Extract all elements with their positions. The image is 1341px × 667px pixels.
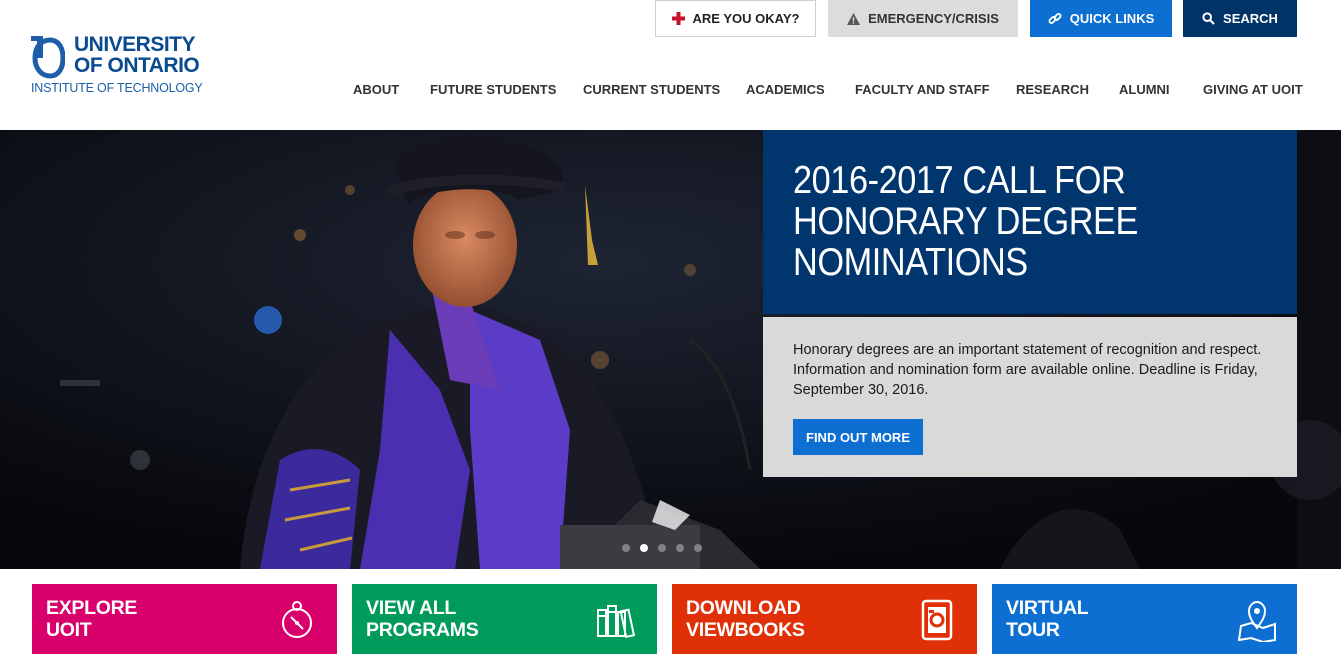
search-icon	[1202, 12, 1215, 25]
hero-title: 2016-2017 CALL FOR HONORARY DEGREE NOMIN…	[793, 159, 1138, 284]
hero-carousel[interactable]: 2016-2017 CALL FOR HONORARY DEGREE NOMIN…	[0, 130, 1341, 569]
search-button[interactable]: SEARCH	[1183, 0, 1297, 37]
quick-links-button[interactable]: QUICK LINKS	[1030, 0, 1172, 37]
logo-ontario-text: OF ONTARIO	[74, 54, 200, 77]
nav-giving-at-uoit[interactable]: GIVING AT UOIT	[1203, 82, 1303, 98]
search-label: SEARCH	[1223, 11, 1278, 26]
are-you-okay-button[interactable]: ARE YOU OKAY?	[655, 0, 816, 37]
uoit-logo[interactable]: UNIVERSITY OF ONTARIO INSTITUTE OF TECHN…	[31, 33, 203, 98]
nav-about[interactable]: ABOUT	[353, 82, 399, 98]
nav-academics[interactable]: ACADEMICS	[746, 82, 825, 98]
map-pin-icon	[1237, 600, 1276, 642]
carousel-dot-4[interactable]	[676, 544, 684, 552]
virtual-tour-tile[interactable]: VIRTUAL TOUR	[992, 584, 1297, 654]
emergency-crisis-label: EMERGENCY/CRISIS	[868, 11, 999, 26]
download-viewbooks-label: DOWNLOAD VIEWBOOKS	[686, 597, 805, 641]
compass-icon	[282, 601, 312, 638]
red-cross-icon	[671, 12, 685, 25]
explore-uoit-label: EXPLORE UOIT	[46, 597, 138, 641]
view-all-programs-label: VIEW ALL PROGRAMS	[366, 597, 479, 641]
view-all-programs-tile[interactable]: VIEW ALL PROGRAMS	[352, 584, 657, 654]
hero-description: Honorary degrees are an important statem…	[793, 342, 1262, 398]
nav-alumni[interactable]: ALUMNI	[1119, 82, 1170, 98]
nav-research[interactable]: RESEARCH	[1016, 82, 1089, 98]
nav-faculty-and-staff[interactable]: FACULTY AND STAFF	[855, 82, 990, 98]
nav-current-students[interactable]: CURRENT STUDENTS	[583, 82, 720, 98]
emergency-crisis-button[interactable]: EMERGENCY/CRISIS	[828, 0, 1018, 37]
quick-links-label: QUICK LINKS	[1069, 11, 1155, 26]
hero-title-panel: 2016-2017 CALL FOR HONORARY DEGREE NOMIN…	[763, 130, 1297, 314]
explore-uoit-tile[interactable]: EXPLORE UOIT	[32, 584, 337, 654]
carousel-dot-2[interactable]	[640, 544, 648, 552]
nav-future-students[interactable]: FUTURE STUDENTS	[430, 82, 556, 98]
link-icon	[1048, 12, 1062, 24]
university-logo-icon	[31, 36, 65, 79]
download-viewbooks-tile[interactable]: DOWNLOAD VIEWBOOKS	[672, 584, 977, 654]
carousel-pagination	[622, 544, 712, 552]
logo-tagline: INSTITUTE OF TECHNOLOGY	[31, 81, 203, 95]
carousel-dot-5[interactable]	[694, 544, 702, 552]
virtual-tour-label: VIRTUAL TOUR	[1006, 597, 1089, 641]
logo-university-text: UNIVERSITY	[74, 33, 196, 56]
are-you-okay-label: ARE YOU OKAY?	[692, 11, 800, 26]
viewbook-icon	[921, 599, 953, 641]
books-icon	[597, 605, 636, 639]
carousel-dot-1[interactable]	[622, 544, 630, 552]
hero-description-panel: Honorary degrees are an important statem…	[763, 317, 1297, 477]
carousel-dot-3[interactable]	[658, 544, 666, 552]
find-out-more-button[interactable]: FIND OUT MORE	[793, 419, 923, 455]
site-header: UNIVERSITY OF ONTARIO INSTITUTE OF TECHN…	[0, 0, 1341, 130]
warning-icon	[847, 12, 861, 25]
